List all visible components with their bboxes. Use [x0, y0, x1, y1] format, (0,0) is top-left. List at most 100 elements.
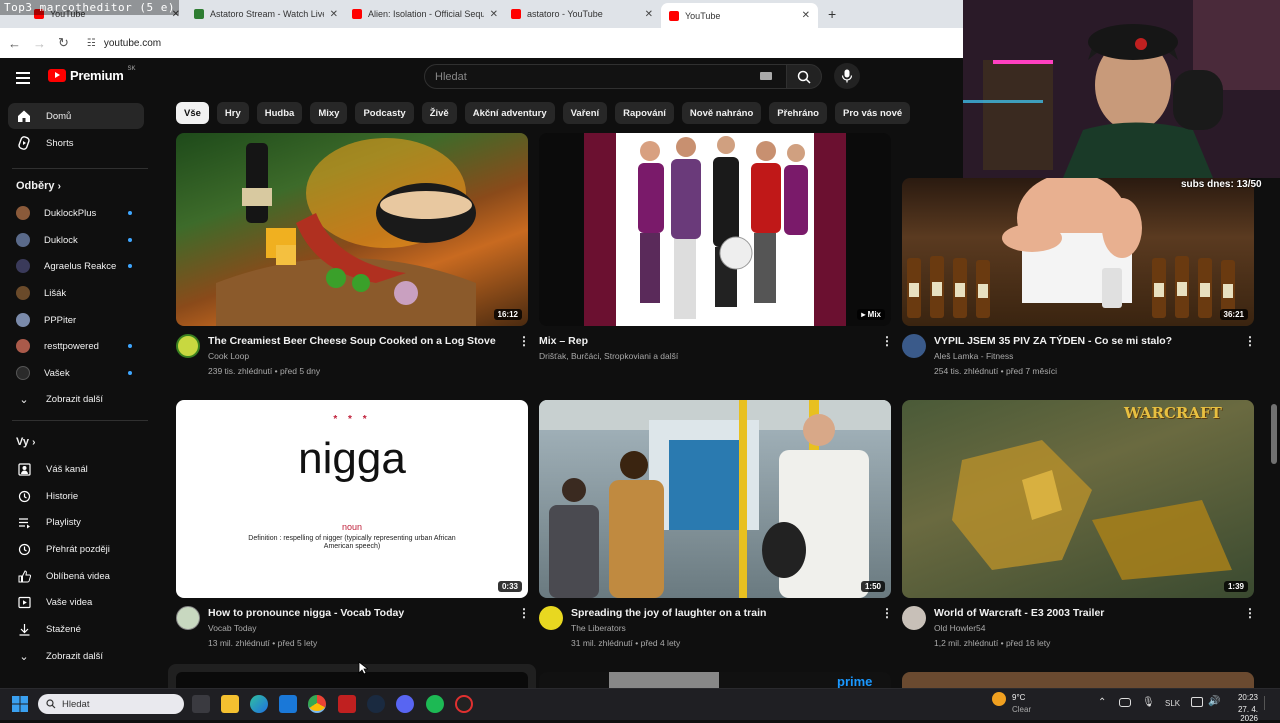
- video-thumbnail[interactable]: WARCRAFT 1:39: [902, 400, 1254, 598]
- video-thumbnail[interactable]: 1:50: [539, 400, 891, 598]
- chip[interactable]: Pro vás nové: [835, 102, 911, 124]
- menu-icon[interactable]: [16, 70, 30, 84]
- edge-icon[interactable]: [250, 695, 268, 713]
- spotify-icon[interactable]: [426, 695, 444, 713]
- channel-avatar[interactable]: [539, 606, 563, 630]
- chip[interactable]: Mixy: [310, 102, 348, 124]
- browser-tab[interactable]: astatoro - YouTube ✕: [503, 3, 661, 25]
- tray-overflow-icon[interactable]: ⌃: [1098, 697, 1106, 708]
- video-thumbnail[interactable]: prime: [539, 672, 891, 688]
- channel-name[interactable]: Drišťak, Burčáci, Stropkoviani a další: [539, 351, 678, 361]
- more-options-icon[interactable]: ⋮: [881, 334, 893, 348]
- sidebar-item-downloads[interactable]: Stažené: [8, 616, 144, 642]
- close-tab-icon[interactable]: ✕: [645, 9, 653, 20]
- new-tab-button[interactable]: +: [820, 3, 840, 25]
- video-title[interactable]: How to pronounce nigga - Vocab Today: [208, 607, 404, 619]
- channel-name[interactable]: The Liberators: [571, 623, 626, 633]
- sidebar-item-shorts[interactable]: Shorts: [8, 130, 144, 156]
- video-thumbnail-hovered[interactable]: [168, 664, 536, 688]
- chip[interactable]: Podcasty: [355, 102, 414, 124]
- sidebar-item-home[interactable]: Domů: [8, 103, 144, 129]
- sidebar-item-subscription[interactable]: Duklock: [8, 227, 144, 253]
- store-icon[interactable]: [279, 695, 297, 713]
- video-thumbnail[interactable]: [902, 672, 1254, 688]
- more-options-icon[interactable]: ⋮: [518, 334, 530, 348]
- video-title[interactable]: Spreading the joy of laughter on a train: [571, 607, 766, 619]
- channel-name[interactable]: Aleš Lamka - Fitness: [934, 351, 1013, 361]
- taskbar-search[interactable]: Hledat: [38, 694, 184, 714]
- close-tab-icon[interactable]: ✕: [490, 9, 498, 20]
- clock-time[interactable]: 20:23: [1222, 693, 1258, 702]
- sidebar-item-your-channel[interactable]: Váš kanál: [8, 456, 144, 482]
- sidebar-item-watch-later[interactable]: Přehrát později: [8, 536, 144, 562]
- sidebar-item-subscription[interactable]: Lišák: [8, 280, 144, 306]
- channel-name[interactable]: Cook Loop: [208, 351, 249, 361]
- chip[interactable]: Přehráno: [769, 102, 827, 124]
- video-title[interactable]: VYPIL JSEM 35 PIV ZA TÝDEN - Co se mi st…: [934, 335, 1172, 347]
- weather-temp[interactable]: 9°C: [1012, 693, 1025, 702]
- browser-tab[interactable]: Astatoro Stream - Watch Live o ✕: [186, 3, 346, 25]
- search-input[interactable]: Hledat: [424, 64, 788, 89]
- chip[interactable]: Vaření: [562, 102, 608, 124]
- chip[interactable]: Hry: [216, 102, 249, 124]
- cloud-icon[interactable]: [1119, 698, 1131, 707]
- task-view-icon[interactable]: [192, 695, 210, 713]
- language-indicator[interactable]: SLK: [1165, 699, 1180, 708]
- close-tab-icon[interactable]: ✕: [802, 10, 810, 21]
- forward-icon[interactable]: →: [33, 36, 46, 51]
- back-icon[interactable]: ←: [8, 36, 21, 51]
- more-options-icon[interactable]: ⋮: [1244, 606, 1256, 620]
- close-tab-icon[interactable]: ✕: [330, 9, 338, 20]
- sidebar-show-more-subscriptions[interactable]: ⌄ Zobrazit další: [8, 386, 144, 412]
- steam-icon[interactable]: [367, 695, 385, 713]
- browser-tab[interactable]: Alien: Isolation - Official Seque ✕: [344, 3, 506, 25]
- video-thumbnail[interactable]: 36:21: [902, 178, 1254, 326]
- voice-search-button[interactable]: [834, 63, 860, 89]
- chip-all[interactable]: Vše: [176, 102, 209, 124]
- chip[interactable]: Živě: [421, 102, 457, 124]
- you-heading[interactable]: Vy ›: [16, 436, 35, 448]
- sidebar-item-subscription[interactable]: Agraelus Reakce: [8, 253, 144, 279]
- sidebar-item-your-videos[interactable]: Vaše videa: [8, 589, 144, 615]
- sidebar-item-subscription[interactable]: Vašek: [8, 360, 144, 386]
- more-options-icon[interactable]: ⋮: [518, 606, 530, 620]
- sidebar-item-subscription[interactable]: resttpowered: [8, 333, 144, 359]
- volume-icon[interactable]: 🔊: [1208, 696, 1220, 707]
- search-button[interactable]: [786, 64, 822, 89]
- sidebar-show-more-you[interactable]: ⌄ Zobrazit další: [8, 643, 144, 669]
- video-title[interactable]: World of Warcraft - E3 2003 Trailer: [934, 607, 1104, 619]
- reload-icon[interactable]: ↻: [58, 35, 69, 51]
- chip[interactable]: Hudba: [256, 102, 303, 124]
- sidebar-item-playlists[interactable]: Playlisty: [8, 509, 144, 535]
- video-thumbnail[interactable]: 16:12: [176, 133, 528, 326]
- scrollbar-thumb[interactable]: [1271, 404, 1277, 464]
- video-thumbnail[interactable]: * * * nigga noun Definition : respelling…: [176, 400, 528, 598]
- chrome-icon[interactable]: [308, 695, 326, 713]
- channel-avatar[interactable]: [902, 606, 926, 630]
- video-title[interactable]: Mix – Rep: [539, 335, 588, 347]
- show-desktop-button[interactable]: [1264, 696, 1272, 710]
- browser-tab-active[interactable]: YouTube ✕: [661, 3, 818, 28]
- app-icon[interactable]: [338, 695, 356, 713]
- start-button[interactable]: [12, 696, 28, 712]
- sidebar-item-history[interactable]: Historie: [8, 483, 144, 509]
- more-options-icon[interactable]: ⋮: [1244, 334, 1256, 348]
- video-thumbnail[interactable]: ▸ Mix: [539, 133, 891, 326]
- site-info-icon[interactable]: ☷: [87, 38, 96, 49]
- video-title[interactable]: The Creamiest Beer Cheese Soup Cooked on…: [208, 335, 496, 347]
- sidebar-item-subscription[interactable]: DuklockPlus: [8, 200, 144, 226]
- chip[interactable]: Akční adventury: [464, 102, 555, 124]
- chip[interactable]: Rapování: [615, 102, 674, 124]
- channel-avatar[interactable]: [176, 334, 200, 358]
- clock-date[interactable]: 27. 4. 2026: [1222, 705, 1258, 723]
- channel-avatar[interactable]: [902, 334, 926, 358]
- discord-icon[interactable]: [396, 695, 414, 713]
- microphone-icon[interactable]: 🎙: [1142, 697, 1155, 708]
- monitor-icon[interactable]: [1191, 697, 1203, 707]
- url-field[interactable]: ☷ youtube.com: [87, 38, 161, 49]
- sidebar-item-liked-videos[interactable]: Oblíbená videa: [8, 563, 144, 589]
- obs-icon[interactable]: [455, 695, 473, 713]
- youtube-premium-logo[interactable]: Premium SK: [48, 66, 136, 83]
- keyboard-icon[interactable]: [760, 72, 772, 80]
- channel-name[interactable]: Vocab Today: [208, 623, 257, 633]
